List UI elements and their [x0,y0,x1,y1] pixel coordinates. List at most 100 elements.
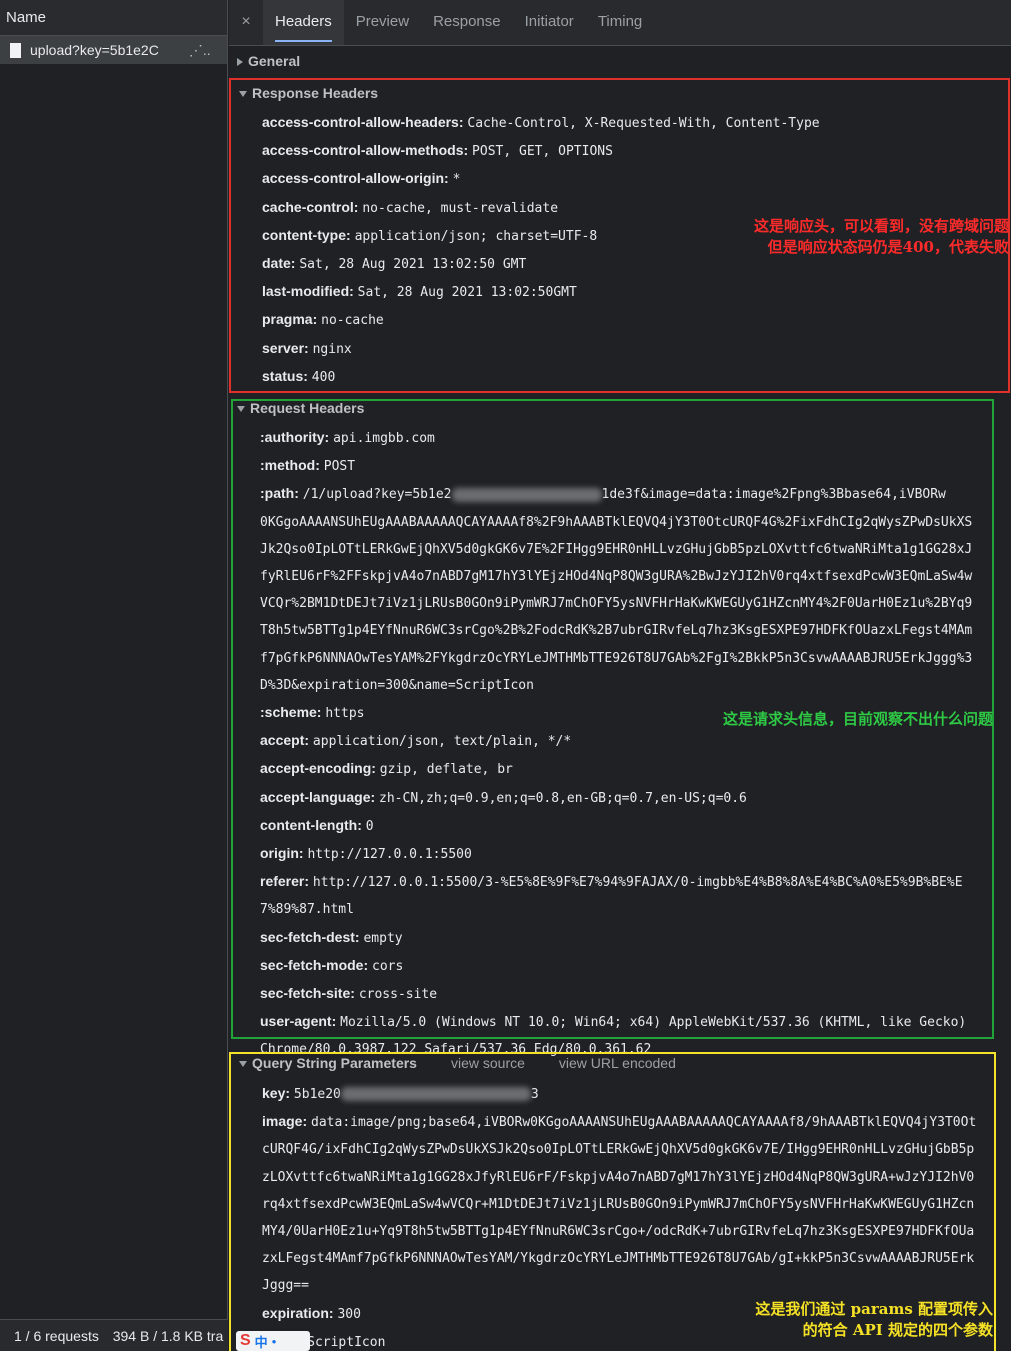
header-key: :method: [260,457,320,474]
ime-toolbar[interactable]: S 中 • [236,1331,310,1351]
close-icon[interactable]: × [229,0,263,45]
header-key: sec-fetch-site: [260,985,355,1002]
header-value: * [452,172,461,188]
image-wrap-line: zLOXvttfc6twaNRiMta1g1GG28xJfyRlEU6rF/Fs… [262,1169,975,1185]
image-wrap-line: Jggg== [262,1278,309,1294]
param-row: key: 5b1e20 3 [231,1080,994,1108]
query-annotation: 这是我们通过 params 配置项传入 的符合 API 规定的四个参数 [755,1299,993,1341]
request-annotation: 这是请求头信息，目前观察不出什么问题 [722,710,993,728]
header-row: last-modified: Sat, 28 Aug 2021 13:02:50… [231,278,1008,306]
header-key: pragma: [262,311,318,328]
header-value: /1/upload?key=5b1e2 [302,487,452,503]
header-value: http://127.0.0.1:5500 [307,847,472,863]
header-key: accept: [260,732,310,749]
view-source-link[interactable]: view source [451,1055,525,1071]
header-row: sec-fetch-mode: cors [233,952,992,980]
tab-headers[interactable]: Headers [263,0,344,45]
query-string-toggle[interactable]: Query String Parameters view source view U… [231,1054,994,1072]
header-value: 1de3f&image=data:image%2Fpng%3Bbase64,iV… [601,487,946,503]
header-row: accept-encoding: gzip, deflate, br [233,755,992,783]
view-url-encoded-link[interactable]: view URL encoded [559,1055,676,1071]
image-wrap-line: rq4xtfsexdPcwW3EQmLaSw4wVCQr+M1DtDEJt7iV… [262,1196,975,1212]
param-value: 5b1e20 [293,1087,341,1102]
param-key: expiration: [262,1304,334,1321]
header-row: :path: /1/upload?key=5b1e2 1de3f&image=da… [233,480,992,508]
header-row: status: 400 [231,363,1008,391]
header-row: content-length: 0 [233,812,992,840]
request-name: upload?key=5b1e2C [30,42,159,58]
collapse-arrow-icon [239,91,247,98]
header-value: 0 [365,818,374,834]
header-row: accept: application/json, text/plain, */… [233,727,992,755]
sogou-logo-icon: S [240,1332,251,1349]
header-key: sec-fetch-mode: [260,956,369,973]
document-icon [10,42,21,58]
header-row: :authority: api.imgbb.com [233,424,992,452]
header-key: :authority: [260,429,330,445]
details-tab-bar: × Headers Preview Response Initiator Tim… [229,0,1011,46]
query-annotation-line1: 这是我们通过 params 配置项传入 [755,1300,993,1318]
response-headers-toggle[interactable]: Response Headers [231,80,1008,106]
path-wrap-line: VCQr%2BM1DtDEJt7iVz1jLRUsB0GOn9iPymWRJ7m… [260,596,973,612]
request-headers-toggle[interactable]: Request Headers [233,401,992,415]
param-row: image: data:image/png;base64,iVBORw0KGgo… [231,1108,994,1136]
header-value: Cache-Control, X-Requested-With, Content… [467,116,820,131]
header-value: application/json, text/plain, */* [312,734,572,750]
header-value: nginx [312,341,352,357]
response-annotation: 这是响应头，可以看到，没有跨域问题 但是响应状态码仍是400，代表失败 [754,216,1009,258]
header-key: accept-encoding: [260,760,376,777]
ime-punctuation-icon[interactable]: • [272,1334,277,1349]
header-row: server: nginx [231,335,1008,363]
general-title: General [248,53,301,69]
truncation-icon: ⋰.. [188,41,211,58]
header-value: Sat, 28 Aug 2021 13:02:50GMT [357,285,577,301]
image-wrap-line: cURQF4G/ixFdhCIg2qWysZPwDsUkXSJk2Qso0IpL… [262,1142,975,1158]
name-column-header[interactable]: Name [0,0,227,36]
tab-response[interactable]: Response [421,0,513,45]
header-row: referer: http://127.0.0.1:5500/3-%E5%8E%… [233,868,992,896]
response-annotation-line2: 但是响应状态码仍是400，代表失败 [767,238,1009,256]
request-details-panel: × Headers Preview Response Initiator Tim… [229,0,1011,1351]
expand-arrow-icon [237,58,243,67]
header-value: https [325,706,365,722]
header-value: cors [372,958,404,974]
image-wrap-line: MY4/0UarH0Ez1u+Yq9T8h5tw5BTTg1p4EYfNnuR6… [262,1224,975,1240]
redacted-blur [340,1087,531,1102]
path-wrap-lines: 0KGgoAAAANSUhEUgAAABAAAAAQCAYAAAAf8%2F9h… [233,509,992,699]
header-row: access-control-allow-origin: * [231,165,1008,193]
response-annotation-line1: 这是响应头，可以看到，没有跨域问题 [753,217,1009,235]
header-row: accept-language: zh-CN,zh;q=0.9,en;q=0.8… [233,784,992,812]
header-key: :scheme: [260,704,322,721]
header-row: access-control-allow-headers: Cache-Cont… [231,109,1008,137]
param-key: image: [262,1113,308,1130]
header-key: user-agent: [260,1013,337,1030]
header-row: sec-fetch-site: cross-site [233,980,992,1008]
general-section-toggle[interactable]: General [229,47,1011,75]
header-key: status: [262,367,308,384]
referer-wrap-line: 7%89%87.html [260,902,354,918]
collapse-arrow-icon [237,406,245,413]
path-wrap-line: Jk2Qso0IpLOTtLERkGwEjQhXV5d0gkGK6v7E%2FI… [260,541,973,557]
header-row: user-agent: Mozilla/5.0 (Windows NT 10.0… [233,1008,992,1036]
request-row-upload[interactable]: upload?key=5b1e2C ⋰.. [0,36,227,64]
header-key: access-control-allow-origin: [262,170,449,187]
tab-preview[interactable]: Preview [344,0,421,45]
transferred-size: 394 B / 1.8 KB tra [112,1328,224,1344]
header-value: api.imgbb.com [333,431,435,446]
param-value: ScriptIcon [307,1334,386,1350]
status-bar: 1 / 6 requests 394 B / 1.8 KB tra [0,1319,228,1351]
header-value: empty [363,930,403,946]
header-row: pragma: no-cache [231,306,1008,334]
request-list-panel: Name upload?key=5b1e2C ⋰.. 1 / 6 request… [0,0,228,1351]
header-key: content-type: [262,226,351,243]
query-string-title: Query String Parameters [252,1055,417,1071]
param-key: key: [262,1085,291,1101]
path-wrap-line: D%3D&expiration=300&name=ScriptIcon [260,677,534,693]
ime-mode-indicator[interactable]: 中 [255,1332,268,1351]
param-value: 300 [337,1306,361,1322]
header-key: referer: [260,873,310,890]
tab-timing[interactable]: Timing [586,0,654,45]
header-key: accept-language: [260,788,376,805]
tab-initiator[interactable]: Initiator [513,0,586,45]
header-key: sec-fetch-dest: [260,928,360,945]
